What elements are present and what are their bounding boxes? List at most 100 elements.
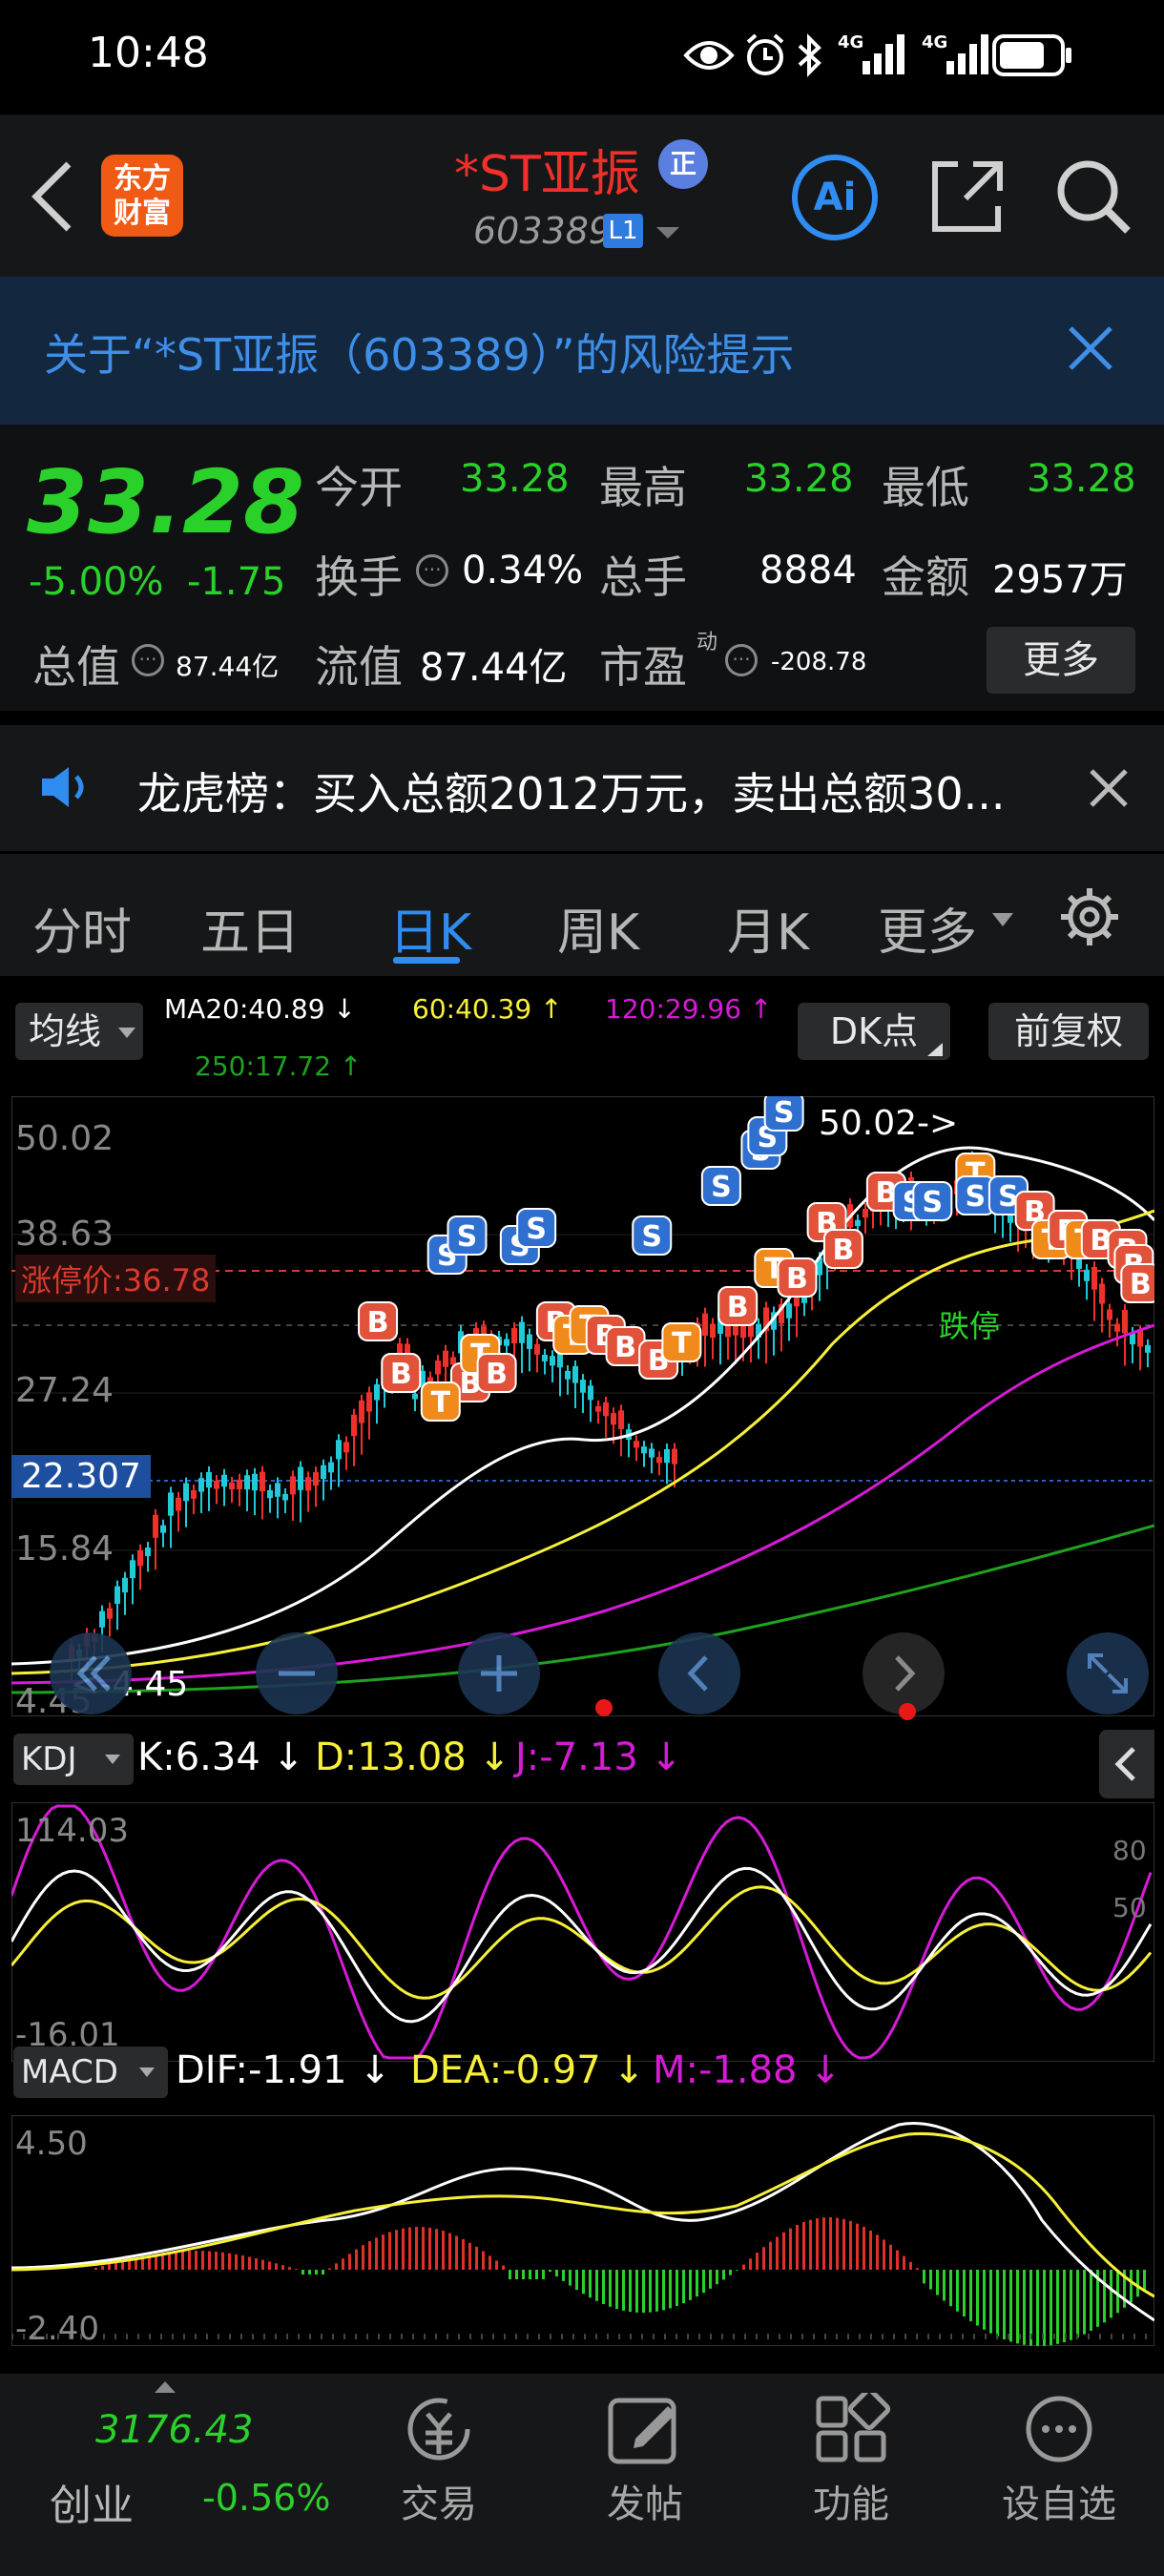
tab-five-day[interactable]: 五日 [200,892,300,964]
buy-marker: B [476,1353,517,1393]
chevron-up-icon[interactable] [155,2379,176,2393]
collapse-panel-button[interactable] [1099,1730,1154,1798]
info-icon[interactable]: ··· [132,644,164,676]
stock-code: 603389 [473,210,613,252]
macd-bar [509,2270,511,2279]
eye-icon [683,41,735,70]
nav-post[interactable]: 发帖 [569,2374,721,2528]
candle-body [191,1489,197,1499]
macd-bar [1083,2270,1086,2335]
adjust-button[interactable]: 前复权 [988,1003,1149,1060]
main-kline-chart[interactable]: BBBTSSSSSTBBTTBBBTBSSSSTBBBBSSTSSBTBTBBB… [11,1096,1154,1716]
chevron-down-icon[interactable] [655,225,681,242]
macd-bar [415,2227,418,2270]
volume-value: 8884 [759,549,857,592]
battery-icon [992,34,1071,76]
macd-bar [348,2254,351,2270]
fullscreen-button[interactable] [1067,1632,1149,1714]
macd-bar [829,2217,832,2270]
turnover-value: 0.34% [462,549,584,592]
zoom-in-button[interactable] [458,1632,540,1714]
candle-body [855,1219,861,1227]
candle-body [99,1610,105,1628]
level-badge[interactable]: L1 [603,214,643,248]
macd-chart[interactable] [11,2115,1154,2346]
tab-daily-k[interactable]: 日K [389,892,471,964]
macd-bar [749,2258,752,2270]
candle-body [282,1493,288,1501]
notice-bar[interactable]: 龙虎榜：买入总额2012万元，卖出总额30... [0,725,1164,851]
mcap-value: 87.44亿 [176,651,280,682]
macd-bar [328,2268,331,2270]
candle-body [412,1393,418,1400]
nav-functions[interactable]: 功能 [775,2374,927,2528]
macd-bar [408,2227,411,2270]
close-icon[interactable] [1067,324,1114,372]
macd-bar [769,2241,772,2270]
buy-marker: B [717,1286,759,1326]
macd-bar [562,2270,565,2281]
macd-bar [1016,2270,1019,2344]
index-value[interactable]: 3176.43 [95,2408,253,2452]
candle-body [550,1356,555,1366]
candle-body [336,1440,342,1460]
kdj-chart[interactable] [11,1802,1154,2062]
close-icon[interactable] [1088,767,1130,809]
high-label: 最高 [599,462,687,513]
svg-text:S: S [923,1186,944,1219]
nav-trade[interactable]: 交易 [363,2374,515,2528]
more-button[interactable]: 更多 [987,627,1135,694]
macd-bar [929,2270,932,2290]
scroll-left-button[interactable] [658,1632,740,1714]
macd-bar [716,2270,718,2285]
candle-body [572,1365,578,1383]
macd-bar [342,2258,344,2270]
candle-body [267,1489,273,1499]
info-icon[interactable]: ··· [416,554,448,587]
chevron-down-icon [992,913,1013,926]
macd-bar [221,2252,224,2270]
app-logo[interactable]: 东方 财富 [101,155,183,237]
macd-bar [322,2270,324,2275]
kdj-y-top: 114.03 [15,1812,129,1850]
back-icon[interactable] [29,160,76,233]
risk-banner[interactable]: 关于“*ST亚振（603389）”的风险提示 [0,277,1164,425]
macd-bar [515,2270,518,2279]
macd-bar [375,2237,378,2270]
tab-monthly-k[interactable]: 月K [727,892,809,964]
kdj-k: K:6.34 ↓ [137,1735,304,1779]
macd-bar [575,2270,578,2291]
ai-button[interactable]: Ai [792,155,878,240]
scroll-start-button[interactable] [50,1632,132,1714]
macd-bar [662,2270,665,2311]
search-icon[interactable] [1053,156,1133,237]
grid-icon [816,2393,891,2462]
macd-bar [1023,2270,1026,2345]
info-icon[interactable]: ··· [725,644,758,676]
gear-icon[interactable] [1059,886,1120,947]
macd-bar [956,2270,959,2312]
quote-panel: 33.28 -5.00% -1.75 今开 33.28 最高 33.28 最低 … [0,425,1164,711]
macd-bar [248,2256,251,2270]
tab-weekly-k[interactable]: 周K [557,892,639,964]
macd-bar [856,2223,859,2270]
share-icon[interactable] [929,156,1006,237]
macd-bar [649,2270,652,2313]
macd-bar [615,2270,618,2310]
macd-bar [1050,2270,1052,2346]
nav-watchlist[interactable]: 设自选 [983,2374,1135,2528]
tab-more[interactable]: 更多 [878,892,977,964]
scroll-right-button[interactable] [863,1632,945,1714]
candle-body [1145,1344,1151,1353]
macd-bar [542,2270,545,2279]
macd-bar [281,2265,284,2270]
candle-body [244,1475,250,1490]
candle-body [702,1313,708,1336]
ma250-value: 250:17.72 ↑ [195,1050,363,1082]
macd-bar [869,2230,872,2270]
tab-intraday[interactable]: 分时 [32,892,132,964]
zoom-out-button[interactable] [256,1632,338,1714]
candle-body [611,1413,616,1425]
limit-tag: 跌停 [939,1308,1001,1344]
chevron-down-icon [105,1755,120,1764]
